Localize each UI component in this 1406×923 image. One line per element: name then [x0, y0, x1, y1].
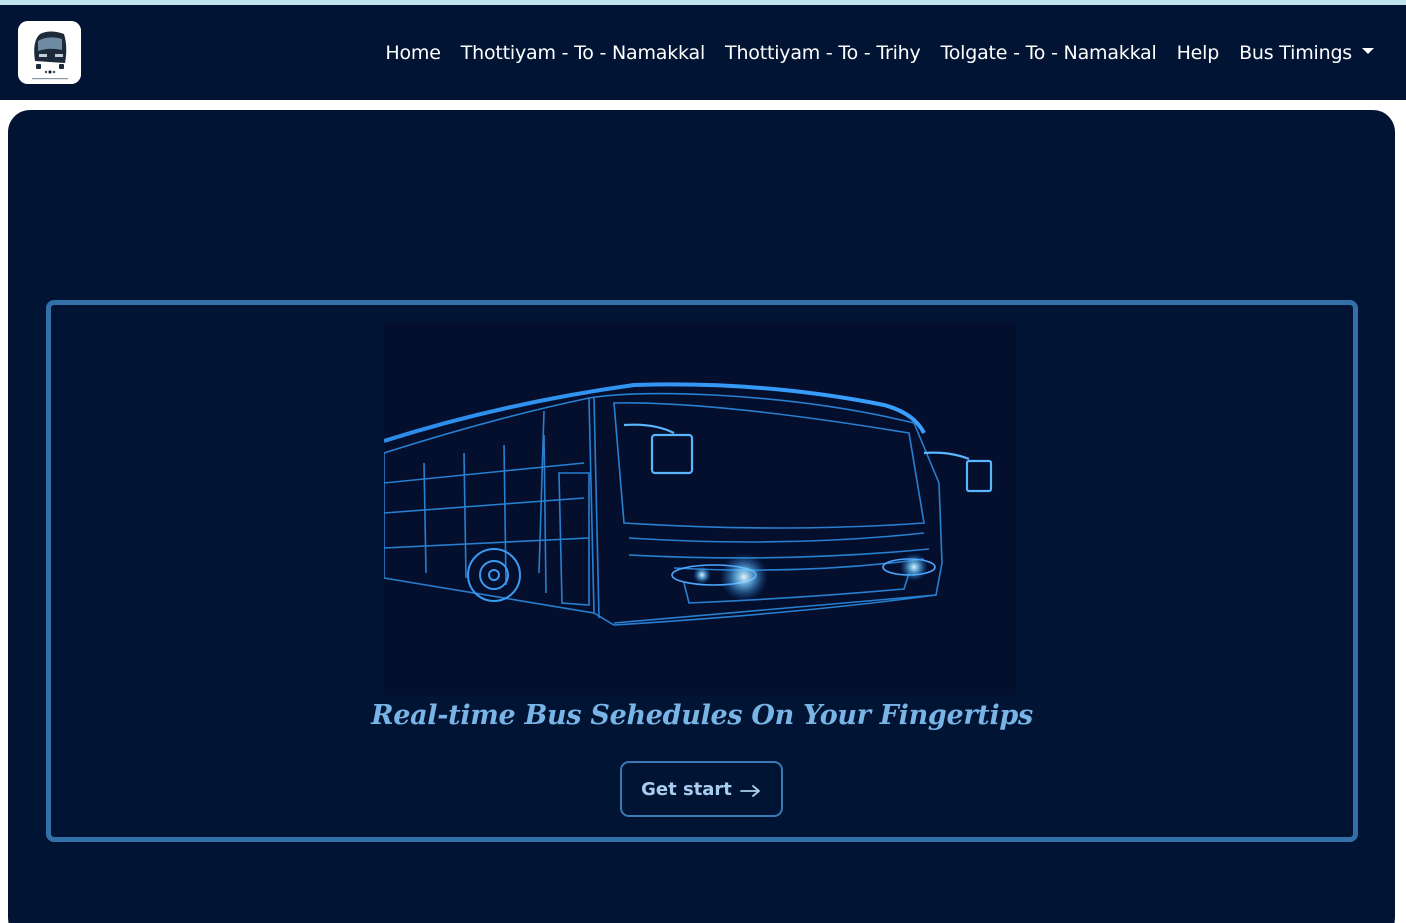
bus-timings-dropdown[interactable]: Bus Timings: [1239, 42, 1374, 64]
nav-link-tolgate-namakkal[interactable]: Tolgate - To - Namakkal: [941, 42, 1157, 64]
bus-logo-icon: [18, 21, 81, 84]
bus-timings-label: Bus Timings: [1239, 41, 1352, 64]
nav-link-thottiyam-namakkal[interactable]: Thottiyam - To - Namakkal: [461, 42, 706, 64]
get-start-button[interactable]: Get start: [620, 761, 783, 817]
nav-link-help[interactable]: Help: [1177, 42, 1220, 64]
hero-tagline: Real-time Bus Sehedules On Your Fingerti…: [371, 700, 1033, 731]
brand-logo[interactable]: [18, 21, 81, 84]
nav-link-thottiyam-trihy[interactable]: Thottiyam - To - Trihy: [725, 42, 921, 64]
get-start-label: Get start: [641, 778, 732, 800]
bus-illustration-icon: [383, 323, 1016, 695]
navbar: Home Thottiyam - To - Namakkal Thottiyam…: [0, 5, 1406, 100]
hero-frame: Real-time Bus Sehedules On Your Fingerti…: [46, 300, 1358, 842]
hero-section: Real-time Bus Sehedules On Your Fingerti…: [8, 110, 1395, 923]
nav-link-home[interactable]: Home: [385, 42, 441, 64]
arrow-right-icon: [740, 782, 762, 797]
caret-down-icon: [1362, 47, 1374, 54]
nav-links: Home Thottiyam - To - Namakkal Thottiyam…: [385, 5, 1374, 100]
